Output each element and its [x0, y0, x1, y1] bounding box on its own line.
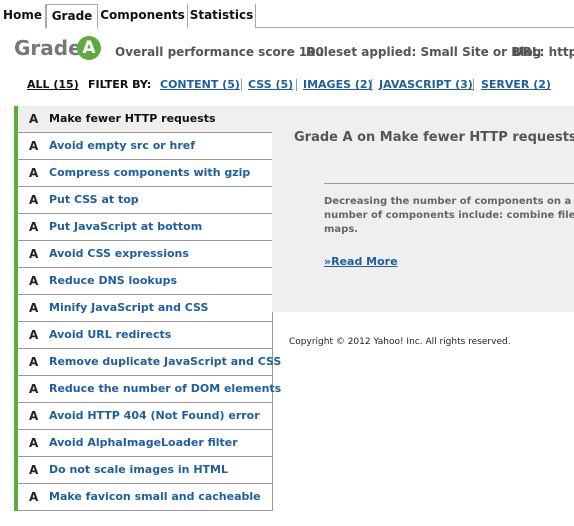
rule-grade: A: [29, 436, 39, 450]
rule-label[interactable]: Make favicon small and cacheable: [49, 490, 261, 503]
rule-grade: A: [29, 274, 39, 288]
page-url: URL: http:/: [513, 45, 574, 59]
filter-javascript-link[interactable]: JAVASCRIPT (3): [379, 78, 473, 91]
rule-label[interactable]: Compress components with gzip: [49, 166, 250, 179]
rule-grade: A: [29, 328, 39, 342]
filter-divider: [371, 79, 372, 91]
rule-row-minify[interactable]: A Minify JavaScript and CSS: [14, 295, 273, 322]
rule-grade: A: [29, 490, 39, 504]
yslow-grade-view: Home Grade Components Statistics Grade A…: [0, 0, 574, 526]
rule-label[interactable]: Avoid URL redirects: [49, 328, 171, 341]
filter-css-link[interactable]: CSS (5): [248, 78, 293, 91]
rule-grade: A: [29, 220, 39, 234]
page-title: Grade: [14, 36, 82, 60]
tab-home[interactable]: Home: [0, 4, 46, 28]
rule-grade: A: [29, 463, 39, 477]
tab-grade[interactable]: Grade: [46, 4, 98, 29]
rule-row-compress-gzip[interactable]: A Compress components with gzip: [14, 160, 273, 187]
rule-label[interactable]: Avoid HTTP 404 (Not Found) error: [49, 409, 260, 422]
rule-grade: A: [29, 355, 39, 369]
rule-label[interactable]: Remove duplicate JavaScript and CSS: [49, 355, 281, 368]
overall-score: Overall performance score 100: [115, 45, 324, 59]
tab-statistics[interactable]: Statistics: [188, 4, 256, 28]
rule-row-css-expressions[interactable]: A Avoid CSS expressions: [14, 241, 273, 268]
rule-label[interactable]: Minify JavaScript and CSS: [49, 301, 208, 314]
rule-grade: A: [29, 247, 39, 261]
tab-components[interactable]: Components: [98, 4, 188, 28]
rule-label[interactable]: Put CSS at top: [49, 193, 139, 206]
rule-detail-panel: Grade A on Make fewer HTTP requests Decr…: [272, 106, 574, 312]
rule-row-make-fewer-http-requests[interactable]: A Make fewer HTTP requests: [14, 106, 276, 133]
rule-grade: A: [29, 112, 39, 126]
filter-server-link[interactable]: SERVER (2): [481, 78, 551, 91]
rule-grade: A: [29, 166, 39, 180]
rule-label[interactable]: Avoid AlphaImageLoader filter: [49, 436, 238, 449]
rule-label[interactable]: Put JavaScript at bottom: [49, 220, 202, 233]
rule-grade: A: [29, 301, 39, 315]
ruleset-applied: Ruleset applied: Small Site or Blog: [306, 45, 542, 59]
copyright-text: Copyright © 2012 Yahoo! Inc. All rights …: [289, 337, 511, 347]
filter-content-link[interactable]: CONTENT (5): [160, 78, 240, 91]
rule-label[interactable]: Reduce the number of DOM elements: [49, 382, 281, 395]
grade-badge: A: [77, 36, 101, 60]
rule-row-avoid-empty-src[interactable]: A Avoid empty src or href: [14, 133, 273, 160]
rule-grade: A: [29, 409, 39, 423]
detail-divider: [324, 183, 574, 184]
rule-label[interactable]: Avoid CSS expressions: [49, 247, 189, 260]
rule-label[interactable]: Do not scale images in HTML: [49, 463, 228, 476]
filter-images-link[interactable]: IMAGES (2): [303, 78, 373, 91]
rule-row-duplicate-js-css[interactable]: A Remove duplicate JavaScript and CSS: [14, 349, 281, 376]
rule-row-dom-elements[interactable]: A Reduce the number of DOM elements: [14, 376, 281, 403]
rule-grade: A: [29, 382, 39, 396]
rule-row-js-at-bottom[interactable]: A Put JavaScript at bottom: [14, 214, 273, 241]
rule-row-dns-lookups[interactable]: A Reduce DNS lookups: [14, 268, 273, 295]
rule-row-url-redirects[interactable]: A Avoid URL redirects: [14, 322, 273, 349]
filter-divider: [473, 79, 474, 91]
filter-divider: [296, 79, 297, 91]
rule-grade: A: [29, 139, 39, 153]
filter-all-link[interactable]: ALL (15): [27, 78, 79, 91]
rule-grade: A: [29, 193, 39, 207]
rule-label[interactable]: Reduce DNS lookups: [49, 274, 177, 287]
rule-label: Make fewer HTTP requests: [49, 112, 216, 125]
detail-description: Decreasing the number of components on a…: [324, 196, 574, 235]
filter-by-label: FILTER BY:: [88, 78, 152, 91]
read-more-link[interactable]: »Read More: [324, 255, 398, 268]
rule-label[interactable]: Avoid empty src or href: [49, 139, 195, 152]
rule-row-css-at-top[interactable]: A Put CSS at top: [14, 187, 273, 214]
rule-row-alphaimageloader[interactable]: A Avoid AlphaImageLoader filter: [14, 430, 273, 457]
filter-divider: [241, 79, 242, 91]
rule-row-favicon[interactable]: A Make favicon small and cacheable: [14, 484, 273, 511]
tab-bar: Home Grade Components Statistics: [0, 0, 574, 29]
detail-title: Grade A on Make fewer HTTP requests: [294, 130, 574, 145]
rule-row-scale-images[interactable]: A Do not scale images in HTML: [14, 457, 273, 484]
rule-row-http-404[interactable]: A Avoid HTTP 404 (Not Found) error: [14, 403, 273, 430]
